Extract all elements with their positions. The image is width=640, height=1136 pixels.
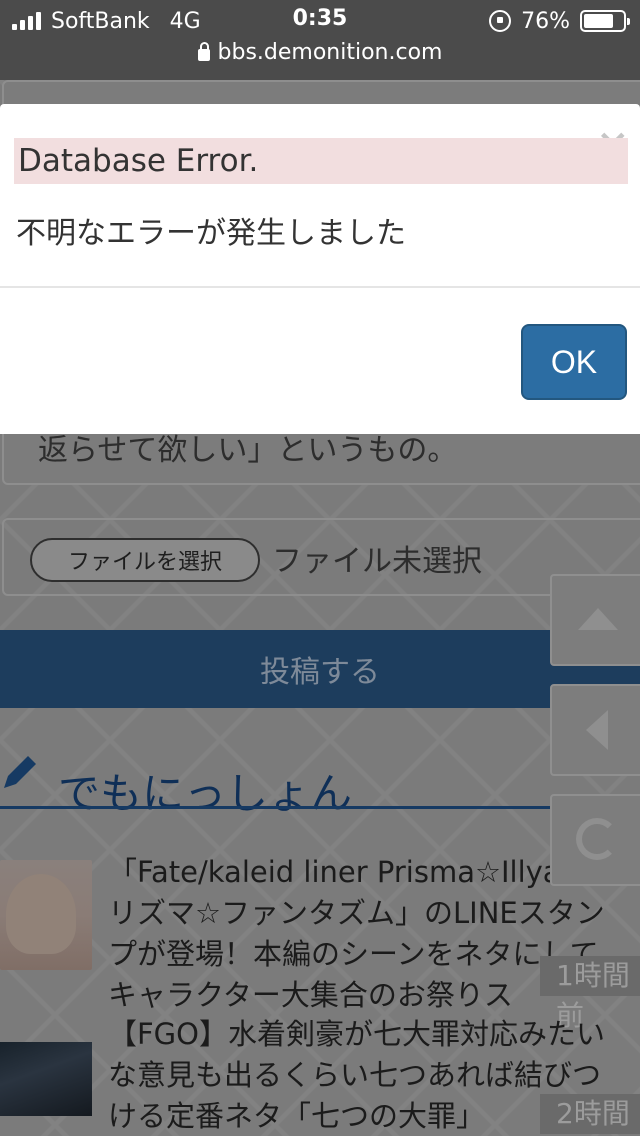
error-dialog: × Database Error. 不明なエラーが発生しました OK [0, 104, 640, 434]
post-button[interactable]: 投稿する [0, 630, 640, 708]
dialog-message: 不明なエラーが発生しました [16, 216, 406, 251]
refresh-icon [576, 818, 618, 860]
time-badge: 2時間前 [540, 1094, 640, 1134]
dialog-divider [0, 286, 640, 288]
choose-file-button[interactable]: ファイルを選択 [30, 538, 260, 582]
news-thumbnail[interactable] [0, 1042, 92, 1116]
status-bar: SoftBank 4G 0:35 76% bbs.demonition.com [0, 0, 640, 80]
pencil-icon [4, 756, 36, 788]
url-bar[interactable]: bbs.demonition.com [0, 40, 640, 65]
url-text[interactable]: bbs.demonition.com [218, 40, 443, 65]
dialog-title: Database Error. [14, 138, 628, 184]
back-icon [586, 710, 608, 750]
news-thumbnail[interactable] [0, 860, 92, 970]
status-right: 76% [489, 6, 630, 36]
ok-button[interactable]: OK [521, 324, 627, 400]
time-badge: 1時間前 [540, 956, 640, 1032]
file-status: ファイル未選択 [272, 544, 482, 579]
scroll-up-icon [578, 608, 618, 630]
battery-icon [580, 10, 630, 32]
rotation-lock-icon [489, 10, 512, 32]
section-title: でもにっしょん [58, 769, 353, 818]
battery-percent: 76% [521, 8, 570, 34]
padlock-icon [197, 42, 210, 61]
section-divider [0, 806, 550, 809]
